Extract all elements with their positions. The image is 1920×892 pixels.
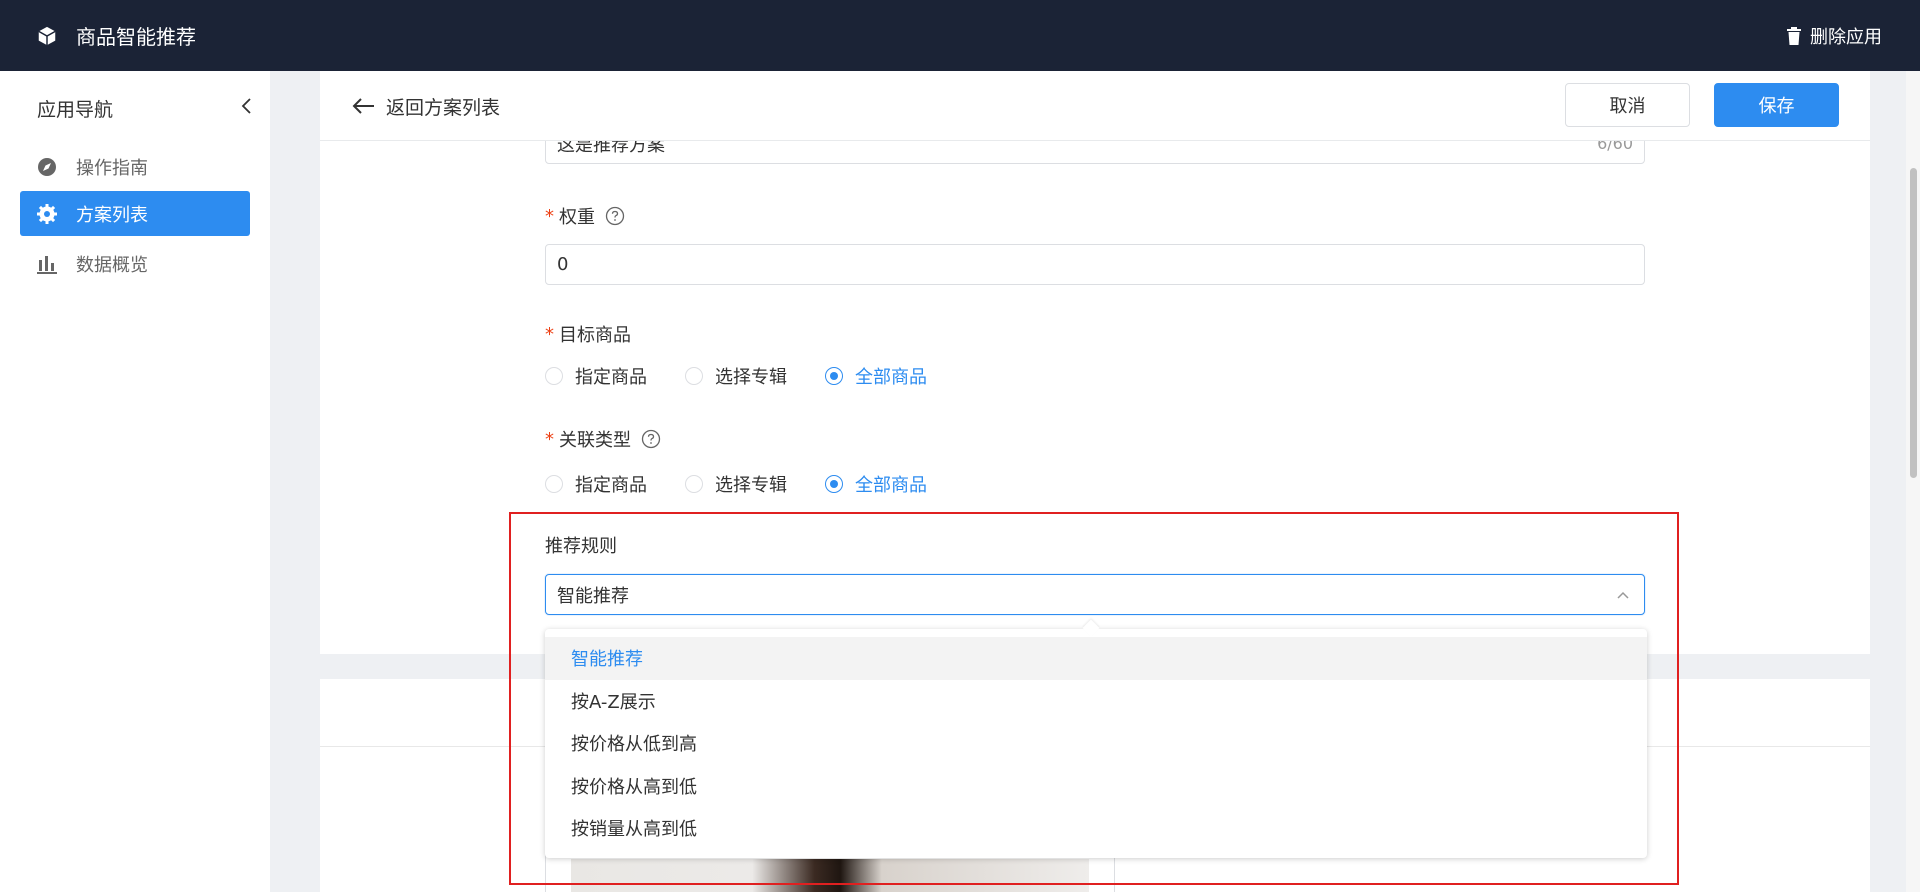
chevron-up-icon (1617, 591, 1629, 599)
cancel-button[interactable]: 取消 (1565, 83, 1690, 127)
question-circle-icon[interactable] (605, 206, 625, 226)
radio-label: 选择专辑 (715, 367, 787, 388)
plan-form-card: 返回方案列表 取消 保存 这是推荐方案 6/60 * 权重 0 * 目标商品 指… (320, 71, 1870, 654)
radio-label: 指定商品 (575, 475, 647, 496)
radio-circle (825, 475, 843, 493)
required-mark: * (545, 323, 554, 345)
relation-radio-album[interactable]: 选择专辑 (685, 471, 787, 497)
gear-icon (37, 203, 57, 224)
dropdown-option-price-asc[interactable]: 按价格从低到高 (545, 722, 1647, 765)
radio-circle (825, 367, 843, 385)
rule-dropdown-menu: 智能推荐 按A-Z展示 按价格从低到高 按价格从高到低 按销量从高到低 (545, 619, 1647, 858)
question-circle-icon[interactable] (641, 429, 661, 449)
radio-circle (685, 367, 703, 385)
target-products-label: * 目标商品 (545, 321, 631, 347)
dropdown-option-smart[interactable]: 智能推荐 (545, 637, 1647, 680)
sidebar-item-label: 操作指南 (76, 157, 148, 179)
relation-label-text: 关联类型 (559, 430, 631, 451)
save-button[interactable]: 保存 (1714, 83, 1839, 127)
target-products-radio-group: 指定商品 选择专辑 全部商品 (545, 363, 965, 389)
back-to-list-link[interactable]: 返回方案列表 (352, 89, 500, 123)
dropdown-option-sales-desc[interactable]: 按销量从高到低 (545, 807, 1647, 850)
radio-circle (545, 475, 563, 493)
required-mark: * (545, 205, 554, 227)
required-mark: * (545, 428, 554, 450)
product-photo (571, 859, 1089, 892)
delete-app-label: 删除应用 (1810, 26, 1882, 48)
plan-form: 这是推荐方案 6/60 * 权重 0 * 目标商品 指定商品 选择专辑 全部商品… (545, 71, 1645, 654)
sidebar-item-label: 数据概览 (76, 254, 148, 276)
select-value: 智能推荐 (557, 585, 629, 607)
chevron-left-icon[interactable] (238, 97, 256, 115)
sidebar-item-label: 方案列表 (76, 204, 148, 226)
radio-label: 选择专辑 (715, 475, 787, 496)
radio-label: 指定商品 (575, 367, 647, 388)
weight-label: * 权重 (545, 203, 625, 229)
rule-label-text: 推荐规则 (545, 536, 617, 557)
delete-app-button[interactable]: 删除应用 (1786, 0, 1882, 71)
bar-chart-icon (37, 255, 57, 274)
top-bar: 商品智能推荐 删除应用 (0, 0, 1920, 71)
sidebar-title: 应用导航 (37, 99, 114, 121)
radio-label: 全部商品 (855, 367, 927, 388)
form-header: 返回方案列表 取消 保存 (320, 71, 1870, 141)
weight-input[interactable]: 0 (545, 244, 1645, 285)
recommend-rule-label: 推荐规则 (545, 532, 617, 558)
relation-type-radio-group: 指定商品 选择专辑 全部商品 (545, 471, 965, 497)
radio-label: 全部商品 (855, 475, 927, 496)
target-radio-album[interactable]: 选择专辑 (685, 363, 787, 389)
scrollbar-thumb[interactable] (1910, 168, 1917, 478)
dropdown-option-a-z[interactable]: 按A-Z展示 (545, 680, 1647, 723)
back-label: 返回方案列表 (386, 96, 501, 119)
weight-label-text: 权重 (559, 207, 595, 228)
target-radio-all[interactable]: 全部商品 (825, 363, 927, 389)
app-title: 商品智能推荐 (76, 25, 196, 49)
app-brand: 商品智能推荐 (36, 0, 196, 71)
sidebar-item-overview[interactable]: 数据概览 (20, 241, 250, 286)
target-label-text: 目标商品 (559, 325, 631, 346)
sidebar: 应用导航 操作指南 方案列表 数据概览 (0, 71, 270, 892)
compass-icon (38, 157, 56, 176)
trash-icon (1787, 26, 1801, 45)
relation-type-label: * 关联类型 (545, 426, 661, 452)
relation-radio-specified[interactable]: 指定商品 (545, 471, 647, 497)
cube-icon (38, 26, 56, 45)
target-radio-specified[interactable]: 指定商品 (545, 363, 647, 389)
sidebar-item-guide[interactable]: 操作指南 (20, 144, 250, 189)
arrow-left-icon (352, 98, 374, 114)
dropdown-option-price-desc[interactable]: 按价格从高到低 (545, 765, 1647, 808)
radio-circle (545, 367, 563, 385)
recommend-rule-select[interactable]: 智能推荐 (545, 574, 1645, 615)
relation-radio-all[interactable]: 全部商品 (825, 471, 927, 497)
weight-value: 0 (557, 254, 569, 275)
sidebar-item-plans[interactable]: 方案列表 (20, 191, 250, 236)
radio-circle (685, 475, 703, 493)
